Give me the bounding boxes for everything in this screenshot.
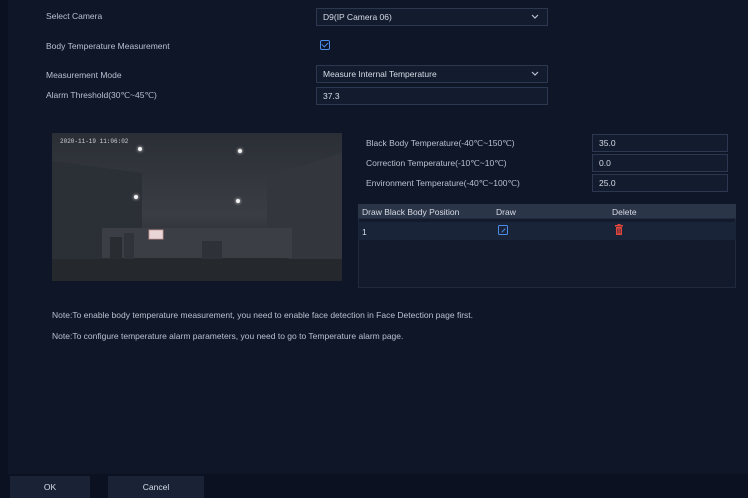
cancel-button[interactable]: Cancel xyxy=(108,476,204,498)
black-body-temp-value: 35.0 xyxy=(599,138,616,148)
light-spot xyxy=(236,199,240,203)
light-spot xyxy=(138,147,142,151)
light-spot xyxy=(238,149,242,153)
thermal-preview[interactable]: 2020-11-19 11:06:02 xyxy=(52,133,342,281)
correction-temp-input[interactable]: 0.0 xyxy=(592,154,728,172)
light-spot xyxy=(134,195,138,199)
trash-icon[interactable] xyxy=(614,224,624,235)
camera-select-value: D9(IP Camera 06) xyxy=(323,12,392,22)
alarm-threshold-input[interactable]: 37.3 xyxy=(316,87,548,105)
note-face-detection: Note:To enable body temperature measurem… xyxy=(52,310,474,320)
chevron-down-icon xyxy=(531,12,539,20)
column-header-position: Draw Black Body Position xyxy=(362,207,460,217)
environment-temp-value: 25.0 xyxy=(599,178,616,188)
column-header-draw: Draw xyxy=(496,207,516,217)
select-camera-label: Select Camera xyxy=(46,11,103,21)
measurement-mode-value: Measure Internal Temperature xyxy=(323,69,437,79)
preview-timestamp: 2020-11-19 11:06:02 xyxy=(60,138,129,145)
measurement-mode-label: Measurement Mode xyxy=(46,70,122,80)
alarm-threshold-label: Alarm Threshold(30℃~45℃) xyxy=(46,90,157,100)
environment-temp-input[interactable]: 25.0 xyxy=(592,174,728,192)
measurement-mode-select[interactable]: Measure Internal Temperature xyxy=(316,65,548,83)
correction-temp-label: Correction Temperature(-10℃~10℃) xyxy=(366,158,507,168)
column-header-delete: Delete xyxy=(612,207,637,217)
thermal-scene xyxy=(52,133,342,281)
row-position: 1 xyxy=(362,227,367,237)
correction-temp-value: 0.0 xyxy=(599,158,611,168)
alarm-threshold-value: 37.3 xyxy=(323,91,340,101)
edit-icon[interactable] xyxy=(498,225,508,235)
camera-select[interactable]: D9(IP Camera 06) xyxy=(316,8,548,26)
black-body-temp-input[interactable]: 35.0 xyxy=(592,134,728,152)
ok-button[interactable]: OK xyxy=(10,476,90,498)
chevron-down-icon xyxy=(531,69,539,77)
body-temp-label: Body Temperature Measurement xyxy=(46,41,170,51)
note-temperature-alarm: Note:To configure temperature alarm para… xyxy=(52,331,404,341)
environment-temp-label: Environment Temperature(-40℃~100℃) xyxy=(366,178,520,188)
black-body-temp-label: Black Body Temperature(-40℃~150℃) xyxy=(366,138,515,148)
body-temp-checkbox[interactable] xyxy=(320,40,330,50)
table-row[interactable] xyxy=(358,222,736,240)
